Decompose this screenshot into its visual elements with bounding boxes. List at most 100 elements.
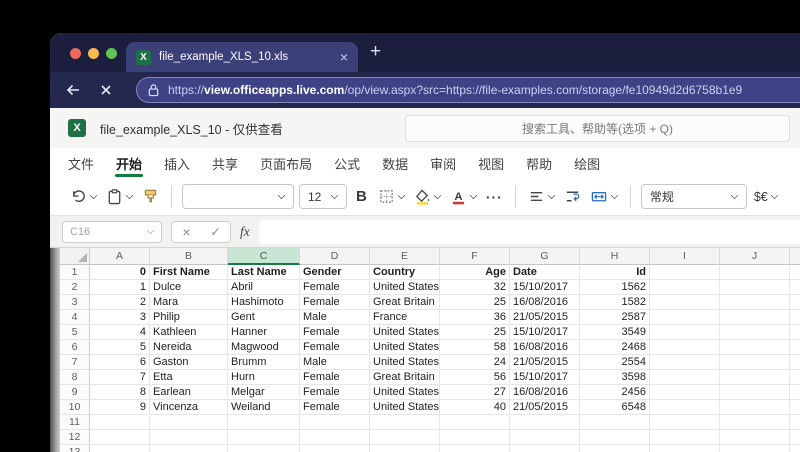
cell-I13[interactable] (650, 445, 720, 452)
cell-J4[interactable] (720, 310, 790, 325)
format-painter-button[interactable] (140, 186, 161, 207)
cell-B4[interactable]: Philip (150, 310, 228, 325)
cell-D2[interactable]: Female (300, 280, 370, 295)
cell-G8[interactable]: 15/10/2017 (510, 370, 580, 385)
cell-A8[interactable]: 7 (90, 370, 150, 385)
currency-format-button[interactable]: $€ (752, 188, 780, 206)
cell-E12[interactable] (370, 430, 440, 445)
cell-I5[interactable] (650, 325, 720, 340)
cell-H6[interactable]: 2468 (580, 340, 650, 355)
cell-E5[interactable]: United States (370, 325, 440, 340)
cell-E10[interactable]: United States (370, 400, 440, 415)
menu-item-1[interactable]: 文件 (68, 148, 94, 178)
cell-C13[interactable] (228, 445, 300, 452)
cell-H1[interactable]: Id (580, 265, 650, 280)
cell-G5[interactable]: 15/10/2017 (510, 325, 580, 340)
cell-B12[interactable] (150, 430, 228, 445)
column-header-D[interactable]: D (300, 248, 370, 265)
cell-C6[interactable]: Magwood (228, 340, 300, 355)
new-tab-button[interactable]: + (370, 41, 381, 63)
cell-B11[interactable] (150, 415, 228, 430)
number-format-select[interactable]: 常规 (640, 184, 747, 209)
cell-B6[interactable]: Nereida (150, 340, 228, 355)
cell-C10[interactable]: Weiland (228, 400, 300, 415)
cell-I2[interactable] (650, 280, 720, 295)
cell-A12[interactable] (90, 430, 150, 445)
column-header-B[interactable]: B (150, 248, 228, 265)
menu-item-9[interactable]: 视图 (478, 148, 504, 178)
cell-J12[interactable] (720, 430, 790, 445)
row-header-7[interactable]: 7 (60, 355, 90, 370)
cell-A3[interactable]: 2 (90, 295, 150, 310)
cell-F9[interactable]: 27 (440, 385, 510, 400)
cell-B5[interactable]: Kathleen (150, 325, 228, 340)
cell-C11[interactable] (228, 415, 300, 430)
cell-D13[interactable] (300, 445, 370, 452)
cell-H5[interactable]: 3549 (580, 325, 650, 340)
cell-D4[interactable]: Male (300, 310, 370, 325)
row-header-11[interactable]: 11 (60, 415, 90, 430)
row-header-6[interactable]: 6 (60, 340, 90, 355)
cell-G9[interactable]: 16/08/2016 (510, 385, 580, 400)
cell-G7[interactable]: 21/05/2015 (510, 355, 580, 370)
cell-J3[interactable] (720, 295, 790, 310)
fill-color-button[interactable] (412, 186, 443, 207)
cell-J2[interactable] (720, 280, 790, 295)
cell-B9[interactable]: Earlean (150, 385, 228, 400)
cell-H11[interactable] (580, 415, 650, 430)
cell-D8[interactable]: Female (300, 370, 370, 385)
cell-H4[interactable]: 2587 (580, 310, 650, 325)
cell-G11[interactable] (510, 415, 580, 430)
cell-A5[interactable]: 4 (90, 325, 150, 340)
font-size-select[interactable]: 12 (299, 184, 347, 209)
row-header-2[interactable]: 2 (60, 280, 90, 295)
back-icon[interactable] (64, 81, 82, 99)
cell-A13[interactable] (90, 445, 150, 452)
formula-input[interactable] (258, 219, 800, 244)
menu-item-3[interactable]: 插入 (164, 148, 190, 178)
browser-tab[interactable]: X file_example_XLS_10.xls × (126, 42, 358, 72)
row-header-5[interactable]: 5 (60, 325, 90, 340)
cell-E8[interactable]: Great Britain (370, 370, 440, 385)
row-header-8[interactable]: 8 (60, 370, 90, 385)
cell-G10[interactable]: 21/05/2015 (510, 400, 580, 415)
cell-E13[interactable] (370, 445, 440, 452)
cell-I4[interactable] (650, 310, 720, 325)
search-input[interactable]: 搜索工具、帮助等(选项 + Q) (405, 115, 790, 142)
cell-F8[interactable]: 56 (440, 370, 510, 385)
cell-F5[interactable]: 25 (440, 325, 510, 340)
cell-A11[interactable] (90, 415, 150, 430)
column-header-E[interactable]: E (370, 248, 440, 265)
cancel-entry-button[interactable]: × (172, 224, 201, 240)
cell-E11[interactable] (370, 415, 440, 430)
cell-A7[interactable]: 6 (90, 355, 150, 370)
cell-D5[interactable]: Female (300, 325, 370, 340)
cell-J9[interactable] (720, 385, 790, 400)
row-header-9[interactable]: 9 (60, 385, 90, 400)
cell-C12[interactable] (228, 430, 300, 445)
cell-J8[interactable] (720, 370, 790, 385)
cell-D12[interactable] (300, 430, 370, 445)
cell-J10[interactable] (720, 400, 790, 415)
menu-item-10[interactable]: 帮助 (526, 148, 552, 178)
column-header-F[interactable]: F (440, 248, 510, 265)
row-header-1[interactable]: 1 (60, 265, 90, 280)
cell-G1[interactable]: Date (510, 265, 580, 280)
column-header-J[interactable]: J (720, 248, 790, 265)
cell-B13[interactable] (150, 445, 228, 452)
more-font-options-button[interactable]: ··· (484, 189, 505, 205)
column-header-I[interactable]: I (650, 248, 720, 265)
row-header-13[interactable]: 13 (60, 445, 90, 452)
cell-I11[interactable] (650, 415, 720, 430)
cell-E4[interactable]: France (370, 310, 440, 325)
alignment-button[interactable] (526, 186, 557, 207)
cell-H8[interactable]: 3598 (580, 370, 650, 385)
cell-C2[interactable]: Abril (228, 280, 300, 295)
borders-button[interactable] (376, 186, 407, 207)
cell-I1[interactable] (650, 265, 720, 280)
cell-A10[interactable]: 9 (90, 400, 150, 415)
undo-button[interactable] (68, 186, 99, 207)
cell-D9[interactable]: Female (300, 385, 370, 400)
cell-H10[interactable]: 6548 (580, 400, 650, 415)
cell-C7[interactable]: Brumm (228, 355, 300, 370)
